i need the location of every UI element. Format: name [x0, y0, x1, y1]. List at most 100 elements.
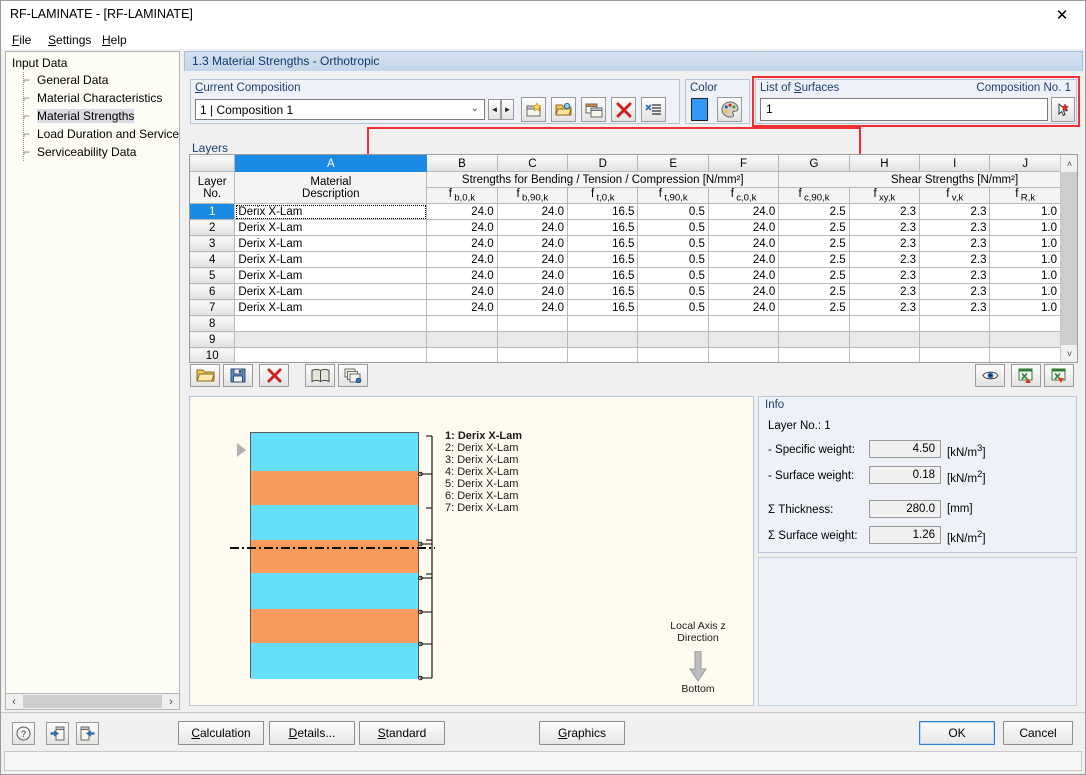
cell-ft90k[interactable]	[637, 331, 709, 349]
layer-band-7[interactable]	[251, 643, 418, 679]
scroll-up-icon[interactable]: ˄	[1061, 155, 1077, 172]
column-header-i[interactable]: I	[919, 155, 991, 172]
composition-prev-button[interactable]: ◄	[488, 99, 501, 120]
cell-ft0k[interactable]: 16.5	[567, 299, 639, 317]
cell-fb90k[interactable]	[497, 347, 569, 362]
cell-fb0k[interactable]: 24.0	[426, 267, 498, 285]
cell-fc90k[interactable]: 2.5	[778, 299, 850, 317]
graphics-button[interactable]: Graphics	[539, 721, 625, 745]
chevron-down-icon[interactable]: ⌄	[471, 103, 479, 114]
cell-fxyk[interactable]: 2.3	[849, 203, 921, 221]
column-header-c[interactable]: C	[497, 155, 569, 172]
edit-composition-button[interactable]	[551, 97, 576, 122]
table-row[interactable]: 8	[190, 315, 1061, 333]
cell-fb90k[interactable]: 24.0	[497, 235, 569, 253]
cell-fc90k[interactable]	[778, 331, 850, 349]
cell-fb90k[interactable]: 24.0	[497, 203, 569, 221]
menu-settings[interactable]: Settings	[43, 32, 96, 48]
details-button[interactable]: Details...	[269, 721, 355, 745]
cell-fb0k[interactable]	[426, 347, 498, 362]
info-value-sum-surface-weight[interactable]: 1.26	[869, 526, 941, 544]
cell-fc90k[interactable]	[778, 315, 850, 333]
cell-fb90k[interactable]: 24.0	[497, 283, 569, 301]
cell-fRk[interactable]: 1.0	[989, 219, 1061, 237]
table-row[interactable]: 5 Derix X-Lam 24.0 24.0 16.5 0.5 24.0 2.…	[190, 267, 1061, 285]
table-row[interactable]: 10	[190, 347, 1061, 362]
calculation-button[interactable]: Calculation	[178, 721, 264, 745]
next-module-button[interactable]	[76, 722, 99, 745]
cell-fvk[interactable]: 2.3	[919, 299, 991, 317]
cell-fRk[interactable]: 1.0	[989, 235, 1061, 253]
cell-ft90k[interactable]: 0.5	[637, 251, 709, 269]
layer-band-4[interactable]	[251, 540, 418, 573]
cell-ft90k[interactable]: 0.5	[637, 235, 709, 253]
delete-composition-button[interactable]	[611, 97, 636, 122]
info-value-thickness[interactable]: 280.0	[869, 500, 941, 518]
column-header-f[interactable]: F	[708, 155, 780, 172]
copy-composition-button[interactable]	[581, 97, 606, 122]
scrollbar-thumb[interactable]	[23, 695, 162, 708]
column-header-b[interactable]: B	[426, 155, 498, 172]
table-row[interactable]: 6 Derix X-Lam 24.0 24.0 16.5 0.5 24.0 2.…	[190, 283, 1061, 301]
cell-fvk[interactable]: 2.3	[919, 267, 991, 285]
cell-material[interactable]: Derix X-Lam	[234, 267, 428, 285]
cell-fb0k[interactable]: 24.0	[426, 299, 498, 317]
cell-ft0k[interactable]	[567, 347, 639, 362]
delete-layer-button[interactable]	[259, 364, 289, 387]
list-composition-button[interactable]	[641, 97, 666, 122]
export-excel-down-button[interactable]	[1044, 364, 1074, 387]
cell-fvk[interactable]: 2.3	[919, 235, 991, 253]
standard-button[interactable]: Standard	[359, 721, 445, 745]
cell-fRk[interactable]: 1.0	[989, 283, 1061, 301]
cell-fRk[interactable]	[989, 347, 1061, 362]
sidebar-item-material-strengths[interactable]: ⌐ Material Strengths	[20, 108, 137, 124]
menu-help[interactable]: Help	[97, 32, 132, 48]
cell-ft90k[interactable]: 0.5	[637, 219, 709, 237]
cell-fc90k[interactable]	[778, 347, 850, 362]
cell-fRk[interactable]: 1.0	[989, 267, 1061, 285]
cell-fb0k[interactable]: 24.0	[426, 219, 498, 237]
cell-fc0k[interactable]: 24.0	[708, 267, 780, 285]
cell-fxyk[interactable]	[849, 347, 921, 362]
cell-material[interactable]: Derix X-Lam	[234, 251, 428, 269]
color-swatch[interactable]	[691, 98, 708, 121]
table-row[interactable]: 9	[190, 331, 1061, 349]
column-header-e[interactable]: E	[637, 155, 709, 172]
scroll-left-icon[interactable]: ‹	[6, 694, 22, 709]
cell-fxyk[interactable]: 2.3	[849, 283, 921, 301]
column-header-d[interactable]: D	[567, 155, 639, 172]
info-value-specific-weight[interactable]: 4.50	[869, 440, 941, 458]
cell-ft0k[interactable]: 16.5	[567, 235, 639, 253]
close-icon[interactable]: ✕	[1039, 1, 1085, 29]
cell-fxyk[interactable]: 2.3	[849, 235, 921, 253]
cell-fxyk[interactable]: 2.3	[849, 299, 921, 317]
navigator-horizontal-scrollbar[interactable]: ‹ ›	[5, 693, 180, 710]
composition-combobox[interactable]: 1 | Composition 1 ⌄	[195, 99, 485, 120]
cell-material[interactable]: Derix X-Lam	[234, 283, 428, 301]
cell-fc0k[interactable]: 24.0	[708, 283, 780, 301]
cell-fb0k[interactable]	[426, 331, 498, 349]
ok-button[interactable]: OK	[919, 721, 995, 745]
cell-ft0k[interactable]: 16.5	[567, 267, 639, 285]
cell-material[interactable]: Derix X-Lam	[234, 203, 428, 221]
column-header-h[interactable]: H	[849, 155, 921, 172]
cell-fxyk[interactable]: 2.3	[849, 267, 921, 285]
cell-fvk[interactable]	[919, 315, 991, 333]
sidebar-item-serviceability-data[interactable]: ⌐ Serviceability Data	[20, 144, 139, 160]
cell-fb90k[interactable]: 24.0	[497, 299, 569, 317]
composition-next-button[interactable]: ►	[501, 99, 514, 120]
cell-fc90k[interactable]: 2.5	[778, 235, 850, 253]
corner-cell[interactable]	[190, 155, 236, 172]
view-mode-button[interactable]	[975, 364, 1005, 387]
cell-fb0k[interactable]: 24.0	[426, 203, 498, 221]
cell-fvk[interactable]	[919, 347, 991, 362]
sidebar-item-general-data[interactable]: ⌐ General Data	[20, 72, 111, 88]
cell-fc0k[interactable]	[708, 315, 780, 333]
scrollbar-track[interactable]	[1061, 172, 1077, 345]
row-header[interactable]: 7	[190, 299, 236, 317]
cell-ft90k[interactable]: 0.5	[637, 299, 709, 317]
cell-ft90k[interactable]: 0.5	[637, 267, 709, 285]
cancel-button[interactable]: Cancel	[1003, 721, 1073, 745]
duplicate-layer-button[interactable]	[338, 364, 368, 387]
save-layers-button[interactable]	[223, 364, 253, 387]
